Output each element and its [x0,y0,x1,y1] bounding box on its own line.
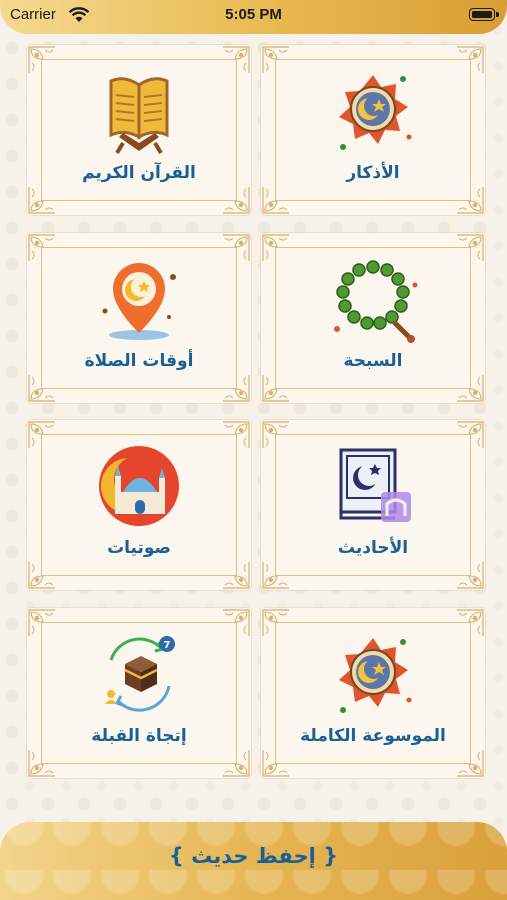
card-encyclopedia[interactable]: الموسوعة الكاملة [261,608,485,778]
corner-ornament-icon [28,609,56,637]
corner-ornament-icon [28,749,56,777]
corner-ornament-icon [28,421,56,449]
corner-ornament-icon [456,561,484,589]
corner-ornament-icon [262,421,290,449]
corner-ornament-icon [456,186,484,214]
svg-text:7: 7 [164,640,171,651]
card-label: الموسوعة الكاملة [300,726,446,746]
qibla-kaaba-icon: 7 [105,636,175,712]
corner-ornament-icon [28,561,56,589]
corner-ornament-icon [28,374,56,402]
corner-ornament-icon [262,749,290,777]
status-time: 5:05 PM [225,6,282,23]
crescent-star-emblem-icon [339,75,412,150]
battery-icon [469,8,499,21]
corner-ornament-icon [456,749,484,777]
corner-ornament-icon [456,234,484,262]
card-label: القرآن الكريم [82,163,196,183]
corner-ornament-icon [28,186,56,214]
corner-ornament-icon [262,609,290,637]
corner-ornament-icon [262,561,290,589]
status-bar: Carrier 5:05 PM [0,0,507,34]
quran-book-icon [109,77,169,155]
corner-ornament-icon [262,46,290,74]
corner-ornament-icon [262,186,290,214]
card-label: صوتيات [107,538,171,558]
memorize-hadith-banner[interactable]: { إحفظ حديث } [0,822,507,900]
corner-ornament-icon [222,374,250,402]
mosque-audio-icon [99,446,179,526]
memorize-hadith-label: { إحفظ حديث } [168,844,339,868]
corner-ornament-icon [222,234,250,262]
card-prayer-times[interactable]: أوقات الصلاة [27,233,251,403]
corner-ornament-icon [222,421,250,449]
corner-ornament-icon [456,421,484,449]
card-label: الأحاديث [337,538,409,558]
corner-ornament-icon [222,561,250,589]
corner-ornament-icon [456,609,484,637]
card-label: أوقات الصلاة [84,351,194,371]
prayer-beads-icon [334,260,418,343]
card-label: الأذكار [346,163,400,183]
hadith-book-icon [339,448,411,522]
corner-ornament-icon [28,234,56,262]
corner-ornament-icon [456,46,484,74]
card-hadith[interactable]: الأحاديث [261,420,485,590]
card-label: السبحة [343,351,403,371]
corner-ornament-icon [222,609,250,637]
corner-ornament-icon [456,374,484,402]
card-qibla[interactable]: 7 إتجاة القبلة [27,608,251,778]
corner-ornament-icon [262,374,290,402]
card-label: إتجاة القبلة [91,726,187,746]
corner-ornament-icon [262,234,290,262]
corner-ornament-icon [222,46,250,74]
corner-ornament-icon [28,46,56,74]
corner-ornament-icon [222,186,250,214]
card-tasbih[interactable]: السبحة [261,233,485,403]
prayer-location-pin-icon [102,263,176,340]
corner-ornament-icon [222,749,250,777]
encyclopedia-emblem-icon [339,638,412,713]
card-audio[interactable]: صوتيات [27,420,251,590]
card-adhkar[interactable]: الأذكار [261,45,485,215]
card-quran[interactable]: القرآن الكريم [27,45,251,215]
